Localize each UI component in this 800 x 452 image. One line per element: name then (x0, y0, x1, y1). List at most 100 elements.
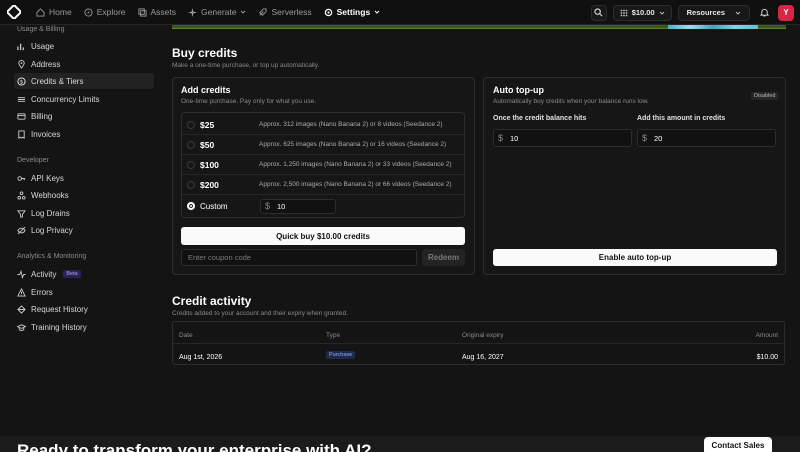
chevron-down-icon (659, 11, 664, 15)
sidebar-item-label: Billing (31, 111, 53, 121)
auto-topup-title: Auto top-up (493, 85, 544, 95)
invoice-icon (18, 129, 25, 139)
sidebar-item-webhooks[interactable]: Webhooks (14, 187, 154, 203)
chevron-down-icon (241, 10, 246, 14)
radio-button[interactable] (187, 120, 195, 129)
pin-icon (18, 59, 25, 69)
add-credits-title: Add credits (181, 85, 231, 95)
contact-sales-button[interactable]: Contact Sales (704, 437, 772, 452)
nav-explore[interactable]: Explore (78, 0, 132, 25)
currency-symbol: $ (642, 133, 648, 143)
training-icon (17, 323, 26, 331)
beta-badge: Beta (63, 270, 81, 278)
sidebar-item-credits-tiers[interactable]: $ Credits & Tiers (14, 73, 154, 89)
resources-label: Resources (686, 8, 725, 17)
sidebar-item-api-keys[interactable]: API Keys (14, 170, 154, 186)
sidebar-item-billing[interactable]: Billing (14, 108, 154, 124)
credit-option-100[interactable]: $100 Approx. 1,250 images (Nano Banana 2… (182, 155, 464, 175)
footer-headline: Ready to transform your enterprise with … (17, 441, 372, 452)
radio-button[interactable] (187, 160, 195, 169)
currency-symbol: $ (265, 201, 271, 211)
credit-option-25[interactable]: $25 Approx. 312 images (Nano Banana 2) o… (182, 115, 464, 135)
buy-credits-subtitle: Make a one-time purchase, or top up auto… (172, 62, 320, 69)
logo-icon[interactable] (6, 4, 22, 20)
custom-amount-value: 10 (277, 201, 286, 211)
chevron-down-icon (735, 11, 741, 15)
credit-option-50[interactable]: $50 Approx. 625 images (Nano Banana 2) o… (182, 135, 464, 155)
sidebar-item-label: Usage (31, 41, 55, 51)
sidebar-item-label: Invoices (31, 129, 61, 139)
sidebar-item-request-history[interactable]: Request History (14, 301, 154, 317)
balance-value: $10.00 (631, 8, 655, 17)
balance-button[interactable]: $10.00 (612, 4, 672, 21)
avatar[interactable]: Y (778, 4, 794, 21)
sidebar-heading-usage: Usage & Billing (17, 26, 65, 33)
threshold-value: 10 (510, 133, 519, 143)
threshold-input[interactable]: $ 10 (493, 129, 632, 147)
nav-generate-label: Generate (201, 7, 237, 17)
row-type-badge: Purchase (326, 351, 356, 359)
sidebar-item-training-history[interactable]: Training History (14, 319, 154, 335)
sidebar-item-label: Training History (31, 322, 87, 332)
sidebar-item-log-drains[interactable]: Log Drains (14, 205, 154, 221)
sidebar-item-concurrency[interactable]: Concurrency Limits (14, 91, 154, 107)
amount-label: Add this amount in credits (637, 115, 726, 122)
coupon-placeholder: Enter coupon code (188, 253, 251, 262)
sidebar-heading-developer: Developer (17, 157, 49, 164)
sidebar-item-log-privacy[interactable]: Log Privacy (14, 222, 154, 238)
sidebar-item-usage[interactable]: Usage (14, 38, 154, 54)
top-navbar: Home Explore Assets Generate Serverless … (0, 0, 800, 25)
key-icon (17, 175, 26, 181)
gear-icon (324, 8, 332, 16)
credit-activity-subtitle: Credits added to your account and their … (172, 310, 348, 317)
sidebar-item-label: Concurrency Limits (31, 94, 100, 104)
radio-button[interactable] (187, 140, 195, 149)
option-price: $25 (200, 119, 215, 130)
svg-text:$: $ (20, 79, 23, 85)
sidebar-item-label: Errors (31, 287, 53, 297)
radio-button-selected[interactable] (187, 202, 195, 210)
amount-input[interactable]: $ 20 (637, 129, 776, 147)
sidebar-item-label: API Keys (31, 173, 64, 183)
resources-button[interactable]: Resources (677, 4, 750, 21)
option-desc: Approx. 1,250 images (Nano Banana 2) or … (259, 161, 452, 168)
enable-auto-topup-button[interactable]: Enable auto top-up (493, 249, 777, 266)
search-button[interactable] (590, 4, 607, 21)
credit-option-custom[interactable]: Custom $ 10 (182, 196, 464, 216)
compass-icon (84, 7, 93, 17)
sidebar-item-activity[interactable]: Activity Beta (14, 266, 154, 282)
credit-option-200[interactable]: $200 Approx. 2,500 images (Nano Banana 2… (182, 175, 464, 195)
column-header-date: Date (179, 332, 193, 339)
nav-home[interactable]: Home (30, 0, 78, 25)
credit-activity-title: Credit activity (172, 294, 252, 308)
sidebar-heading-analytics: Analytics & Monitoring (17, 253, 87, 260)
sidebar-item-errors[interactable]: Errors (14, 284, 154, 300)
option-price: $100 (200, 159, 219, 170)
row-expiry: Aug 16, 2027 (462, 354, 504, 361)
sidebar-item-invoices[interactable]: Invoices (14, 126, 154, 142)
rocket-icon (259, 7, 268, 16)
footer-cta-banner: Ready to transform your enterprise with … (0, 436, 800, 452)
nav-assets[interactable]: Assets (132, 0, 183, 25)
privacy-icon (17, 226, 26, 234)
sidebar-item-address[interactable]: Address (14, 56, 154, 72)
column-header-expiry: Original expiry (462, 332, 504, 339)
coupon-input[interactable]: Enter coupon code (181, 249, 417, 266)
custom-label: Custom (200, 201, 228, 211)
radio-button[interactable] (187, 180, 195, 189)
search-icon (594, 8, 603, 17)
nav-serverless[interactable]: Serverless (252, 0, 317, 25)
notifications-button[interactable] (756, 5, 772, 21)
threshold-label: Once the credit balance hits (493, 115, 587, 122)
column-header-type: Type (326, 332, 341, 339)
status-badge: Disabled (751, 92, 779, 100)
nav-generate[interactable]: Generate (182, 0, 252, 25)
quick-buy-button[interactable]: Quick buy $10.00 credits (181, 227, 465, 245)
sidebar-item-label: Request History (31, 304, 88, 314)
redeem-button[interactable]: Redeem (422, 249, 465, 266)
add-credits-subtitle: One-time purchase. Pay only for what you… (181, 98, 317, 105)
custom-amount-input[interactable]: $ 10 (260, 198, 336, 214)
nav-settings[interactable]: Settings (318, 0, 387, 25)
sidebar-item-label: Log Drains (31, 208, 70, 218)
activity-icon (17, 269, 26, 279)
